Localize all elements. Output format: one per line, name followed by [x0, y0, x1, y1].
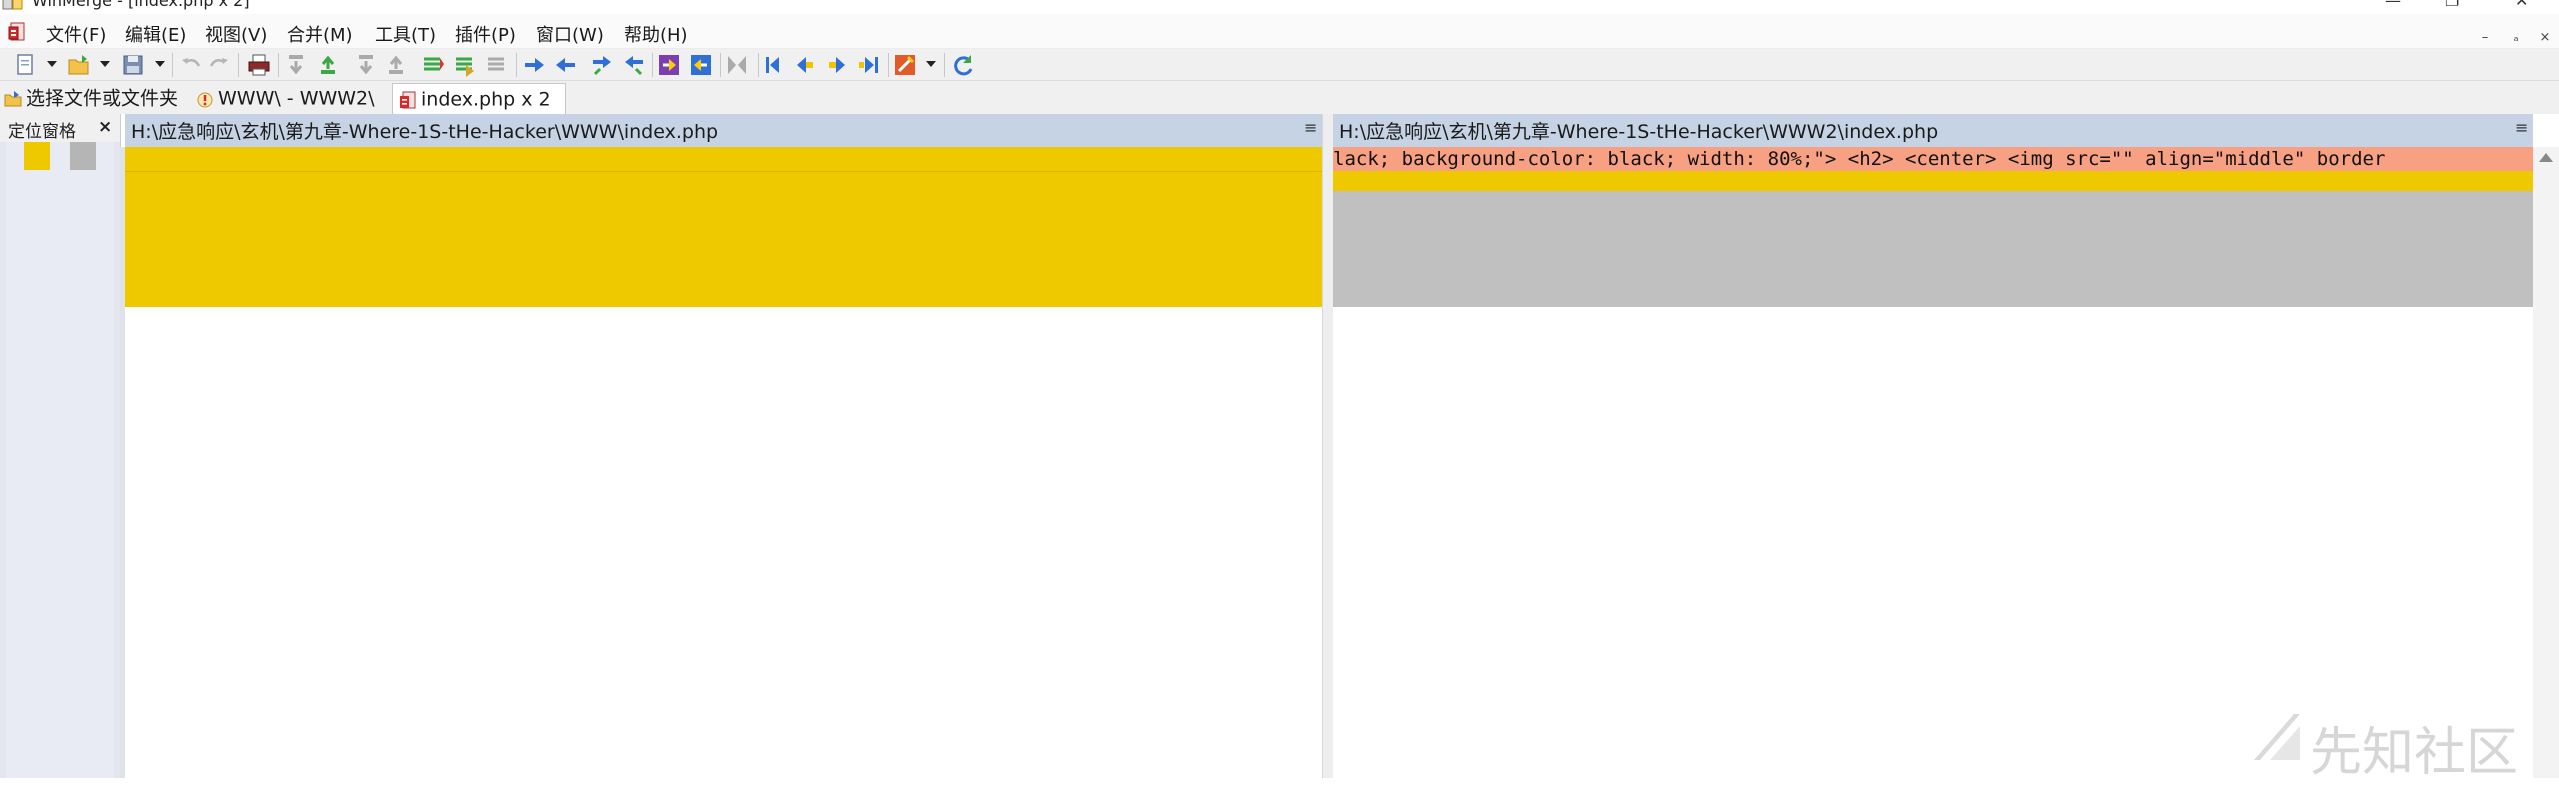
location-pane-header: 定位窗格 ×	[0, 114, 120, 142]
location-marker-left	[24, 142, 50, 170]
location-pane: 定位窗格 ×	[0, 114, 121, 778]
title-bar: WinMerge - [index.php x 2] — ❐ ✕	[0, 0, 2559, 14]
menu-edit[interactable]: 编辑(E)	[125, 21, 186, 47]
menu-window[interactable]: 窗口(W)	[536, 21, 604, 47]
left-pane-menu-icon[interactable]: ≡	[1304, 118, 1317, 137]
mdi-close-button[interactable]: ×	[2531, 28, 2559, 48]
prev-diff-icon[interactable]	[316, 52, 342, 78]
location-pane-close-button[interactable]: ×	[98, 117, 112, 137]
toolbar	[0, 49, 2559, 81]
toolbar-separator	[238, 53, 239, 77]
save-icon[interactable]	[120, 52, 146, 78]
menu-help[interactable]: 帮助(H)	[624, 21, 688, 47]
watermark-text: 先知社区	[2310, 723, 2519, 783]
scroll-up-arrow-icon[interactable]	[2539, 153, 2553, 162]
toolbar-separator	[516, 53, 517, 77]
prev-file-icon[interactable]	[792, 52, 818, 78]
next-diff-icon[interactable]	[284, 52, 310, 78]
toolbar-separator	[172, 53, 173, 77]
minimize-button[interactable]: —	[2385, 0, 2401, 10]
location-map[interactable]	[6, 142, 114, 778]
redo-icon[interactable]	[206, 52, 232, 78]
save-dropdown-icon[interactable]	[155, 61, 165, 67]
tab-label: WWW\ - WWW2\	[218, 87, 375, 110]
location-pane-title: 定位窗格	[8, 122, 76, 142]
left-diff-line	[125, 147, 1322, 172]
copy-right-icon[interactable]	[522, 52, 548, 78]
current-diff-icon[interactable]	[420, 52, 446, 78]
document-icon[interactable]	[8, 22, 26, 42]
left-diff-block	[125, 172, 1322, 307]
copy-all-left-icon[interactable]	[484, 52, 510, 78]
new-dropdown-icon[interactable]	[47, 61, 57, 67]
vertical-scrollbar[interactable]	[2533, 147, 2559, 778]
collapse-icon[interactable]	[724, 52, 750, 78]
tab-label: 选择文件或文件夹	[26, 87, 179, 110]
options-icon[interactable]	[892, 52, 918, 78]
open-dropdown-icon[interactable]	[100, 61, 110, 67]
toolbar-separator	[758, 53, 759, 77]
menu-file[interactable]: 文件(F)	[46, 21, 106, 47]
tab-select-files[interactable]: 选择文件或文件夹	[4, 83, 178, 113]
open-folder-icon[interactable]	[66, 52, 92, 78]
toolbar-separator	[944, 53, 945, 77]
menu-merge[interactable]: 合并(M)	[287, 21, 353, 47]
tab-bar: 选择文件或文件夹 WWW\ - WWW2\ index.php x 2	[0, 81, 2559, 115]
right-pane-editor[interactable]: lack; background-color: black; width: 80…	[1333, 147, 2533, 778]
copy-left-icon[interactable]	[552, 52, 578, 78]
folder-compare-icon	[197, 92, 213, 107]
left-pane-editor[interactable]	[125, 147, 1322, 778]
toolbar-separator	[278, 53, 279, 77]
next-file-icon[interactable]	[824, 52, 850, 78]
left-pane-header: H:\应急响应\玄机\第九章-Where-1S-tHe-Hacker\WWW\i…	[125, 114, 1322, 147]
undo-icon[interactable]	[178, 52, 204, 78]
menu-tools[interactable]: 工具(T)	[375, 21, 436, 47]
right-file-path: H:\应急响应\玄机\第九章-Where-1S-tHe-Hacker\WWW2\…	[1339, 121, 1939, 143]
toolbar-separator	[720, 53, 721, 77]
right-pane-header: H:\应急响应\玄机\第九章-Where-1S-tHe-Hacker\WWW2\…	[1333, 114, 2533, 147]
menu-plugins[interactable]: 插件(P)	[455, 21, 516, 47]
tab-file-compare[interactable]: index.php x 2	[392, 83, 566, 115]
toolbar-separator	[652, 53, 653, 77]
file-compare-icon	[400, 91, 416, 108]
copy-right-advance-icon[interactable]	[590, 52, 616, 78]
window-title: WinMerge - [index.php x 2]	[32, 0, 250, 10]
right-missing-block	[1333, 191, 2533, 307]
print-icon[interactable]	[246, 52, 272, 78]
first-diff-icon[interactable]	[354, 52, 380, 78]
toolbar-separator	[888, 53, 889, 77]
menu-bar: 文件(F) 编辑(E) 视图(V) 合并(M) 工具(T) 插件(P) 窗口(W…	[0, 14, 2559, 49]
copy-all-to-right-icon[interactable]	[656, 52, 682, 78]
copy-all-to-left-icon[interactable]	[688, 52, 714, 78]
right-diff-line	[1333, 171, 2533, 191]
winmerge-app-icon	[2, 0, 23, 10]
first-file-icon[interactable]	[762, 52, 788, 78]
mdi-restore-button[interactable]: ₐ	[2502, 28, 2530, 48]
right-pane-menu-icon[interactable]: ≡	[2515, 118, 2528, 137]
maximize-button[interactable]: ❐	[2445, 0, 2459, 10]
last-file-icon[interactable]	[856, 52, 882, 78]
tab-folder-compare[interactable]: WWW\ - WWW2\	[196, 83, 375, 113]
location-marker-right	[70, 142, 96, 170]
new-document-icon[interactable]	[12, 52, 38, 78]
left-file-path: H:\应急响应\玄机\第九章-Where-1S-tHe-Hacker\WWW\i…	[131, 121, 719, 143]
close-window-button[interactable]: ✕	[2515, 0, 2528, 10]
copy-all-right-icon[interactable]	[452, 52, 478, 78]
right-code-line: lack; background-color: black; width: 80…	[1333, 148, 2386, 170]
last-diff-icon[interactable]	[384, 52, 410, 78]
copy-left-advance-icon[interactable]	[620, 52, 646, 78]
tab-label: index.php x 2	[421, 88, 551, 111]
options-dropdown-icon[interactable]	[926, 61, 936, 67]
watermark-logo-icon	[2254, 714, 2300, 760]
refresh-icon[interactable]	[950, 52, 976, 78]
menu-view[interactable]: 视图(V)	[205, 21, 267, 47]
mdi-minimize-button[interactable]: –	[2471, 28, 2499, 48]
open-folder-icon	[4, 90, 22, 106]
